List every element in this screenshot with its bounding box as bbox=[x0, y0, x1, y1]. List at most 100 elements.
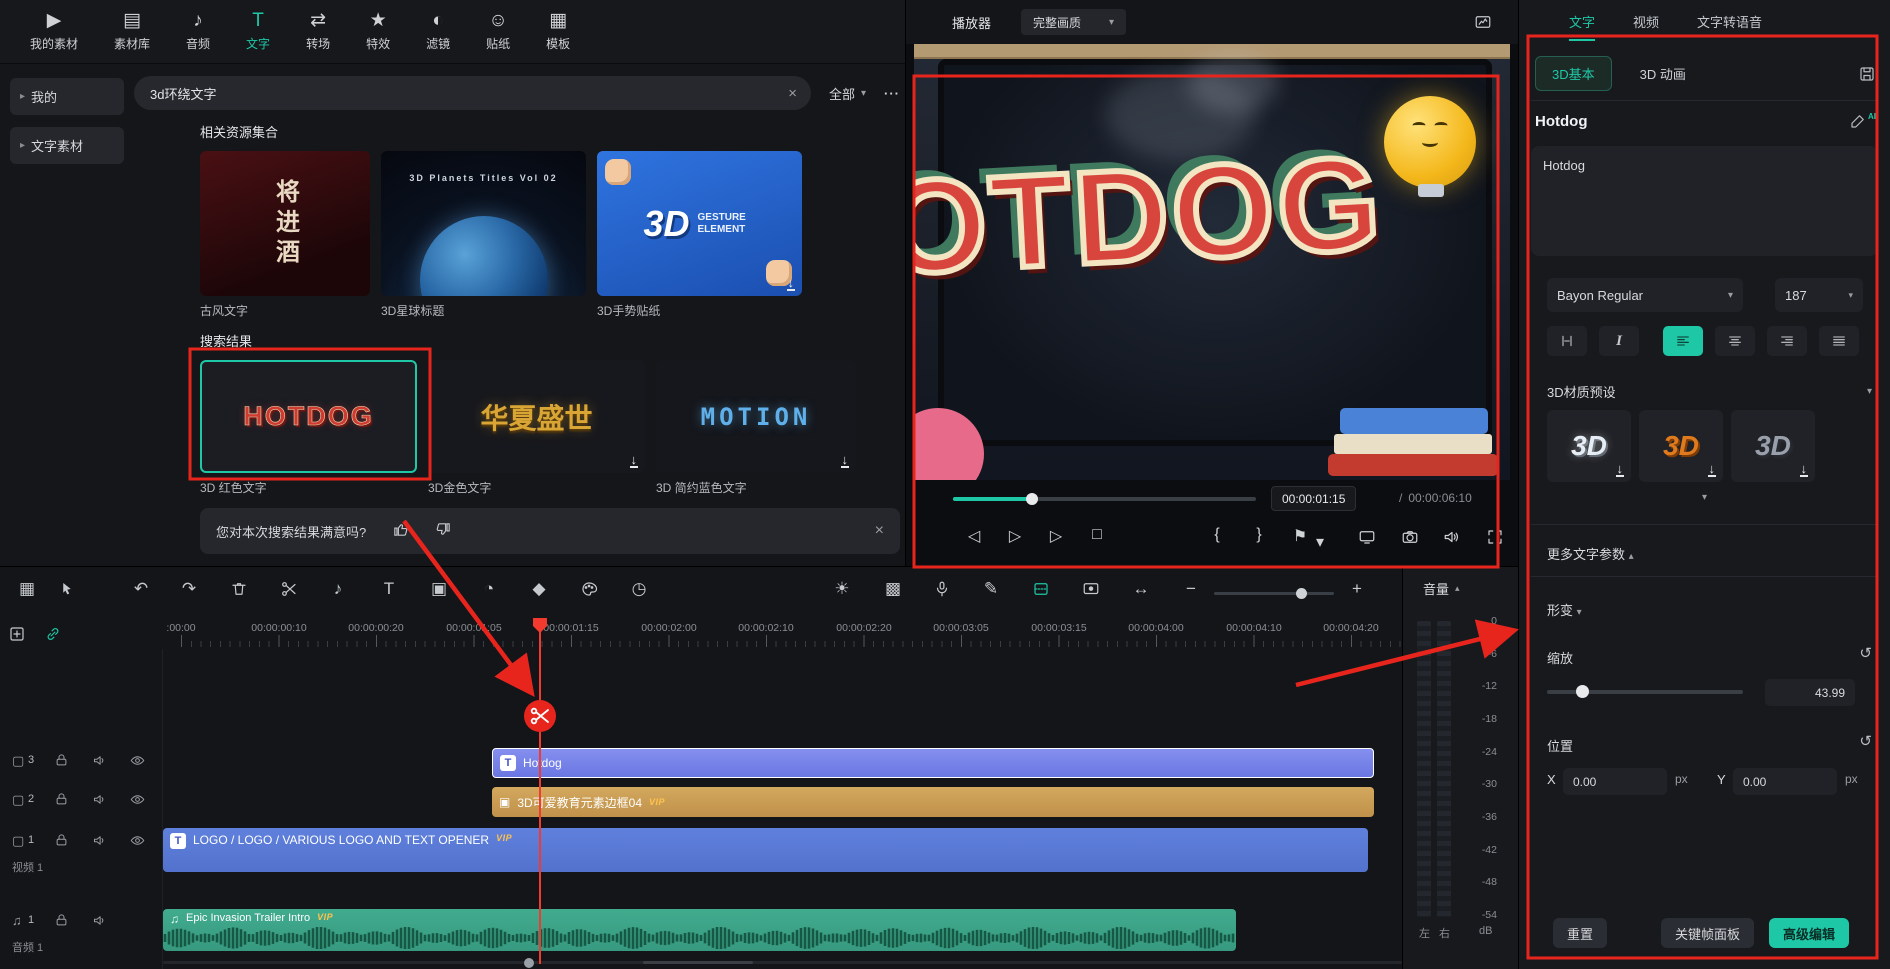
nav-transitions[interactable]: ⇄转场 bbox=[306, 11, 330, 52]
download-icon[interactable]: ↓ bbox=[1616, 462, 1625, 477]
play-icon[interactable]: ▷ bbox=[1045, 526, 1067, 546]
tab-text-to-speech[interactable]: 文字转语音 bbox=[1697, 12, 1762, 41]
align-center-button[interactable] bbox=[1715, 326, 1755, 356]
stop-icon[interactable]: □ bbox=[1086, 526, 1108, 544]
sidebar-item-text-assets[interactable]: ▸文字素材 bbox=[10, 127, 124, 164]
fullscreen-icon[interactable] bbox=[1484, 526, 1506, 546]
split-scissors-icon[interactable] bbox=[276, 579, 302, 598]
download-icon[interactable]: ↓ bbox=[1800, 462, 1809, 477]
asset-thumbnail[interactable]: 华夏盛世↓ bbox=[428, 360, 645, 473]
text-tool-icon[interactable]: T bbox=[376, 579, 402, 599]
render-preview-flag-icon[interactable]: ⚑ bbox=[1289, 526, 1311, 546]
add-track-icon[interactable] bbox=[8, 625, 32, 643]
mark-in-icon[interactable]: { bbox=[1206, 526, 1228, 544]
nav-my-media[interactable]: ▶我的素材 bbox=[30, 11, 78, 52]
asset-thumbnail[interactable]: 3D Planets Titles Vol 02 bbox=[381, 151, 586, 296]
redo-icon[interactable]: ↷ bbox=[176, 579, 202, 599]
clip-text-hotdog[interactable]: T Hotdog bbox=[492, 748, 1374, 778]
save-preset-icon[interactable] bbox=[1858, 65, 1876, 83]
download-icon[interactable]: ↓ bbox=[841, 453, 850, 468]
nav-stock-media[interactable]: ▤素材库 bbox=[114, 11, 150, 52]
lock-icon[interactable] bbox=[54, 792, 69, 807]
scrollbar-thumb[interactable] bbox=[643, 961, 753, 964]
color-palette-icon[interactable] bbox=[576, 579, 602, 598]
visibility-eye-icon[interactable] bbox=[130, 753, 145, 768]
clip-3d-frame-element[interactable]: ▣ 3D可爱教育元素边框04 VIP bbox=[492, 787, 1374, 817]
more-text-params-toggle[interactable]: 更多文字参数 ▴ bbox=[1547, 544, 1634, 563]
material-preset-header[interactable]: 3D材质预设▾ bbox=[1547, 382, 1872, 401]
download-icon[interactable]: ↓ bbox=[630, 453, 639, 468]
lock-icon[interactable] bbox=[54, 753, 69, 768]
keyframe-panel-button[interactable]: 关键帧面板 bbox=[1661, 918, 1754, 948]
mosaic-icon[interactable]: ▩ bbox=[880, 579, 906, 599]
asset-thumbnail[interactable]: 将进酒 bbox=[200, 151, 370, 296]
ai-edit-icon[interactable]: AI bbox=[1849, 112, 1876, 130]
thumbs-down-icon[interactable] bbox=[435, 521, 452, 541]
track-manager-icon[interactable]: ▦ bbox=[14, 579, 40, 599]
annotate-pen-icon[interactable]: ✎ bbox=[978, 579, 1004, 599]
y-value-input[interactable]: 0.00 bbox=[1733, 768, 1837, 795]
download-icon[interactable]: ↓ bbox=[1708, 462, 1717, 477]
nav-stickers[interactable]: ☺贴纸 bbox=[486, 11, 510, 52]
feedback-close-icon[interactable]: × bbox=[875, 522, 884, 540]
mute-icon[interactable] bbox=[92, 753, 107, 768]
timeline-ruler[interactable]: :00:00 00:00:00:10 00:00:00:20 00:00:01:… bbox=[163, 619, 1402, 649]
tab-video[interactable]: 视频 bbox=[1633, 12, 1659, 41]
font-family-dropdown[interactable]: Bayon Regular▾ bbox=[1547, 278, 1743, 312]
reset-button[interactable]: 重置 bbox=[1553, 918, 1607, 948]
screen-record-icon[interactable] bbox=[1078, 579, 1104, 598]
step-backward-icon[interactable]: ◁ bbox=[963, 526, 985, 546]
scale-value[interactable]: 43.99 bbox=[1765, 679, 1855, 706]
asset-thumbnail[interactable]: 3D GESTURE ELEMENT ↓ bbox=[597, 151, 802, 296]
mark-out-icon[interactable]: } bbox=[1248, 526, 1270, 544]
italic-button[interactable]: I bbox=[1599, 326, 1639, 356]
detach-audio-icon[interactable]: ♪ bbox=[325, 579, 351, 599]
letter-spacing-button[interactable] bbox=[1547, 326, 1587, 356]
zoom-in-icon[interactable]: + bbox=[1344, 579, 1370, 599]
search-input[interactable] bbox=[148, 85, 788, 102]
mute-icon[interactable] bbox=[92, 913, 107, 928]
advanced-edit-button[interactable]: 高级编辑 bbox=[1769, 918, 1849, 948]
scale-reset-icon[interactable]: ↺ bbox=[1859, 644, 1872, 662]
thumbs-up-icon[interactable] bbox=[392, 521, 409, 541]
mirror-display-icon[interactable] bbox=[1356, 526, 1378, 546]
link-clips-icon[interactable] bbox=[44, 625, 68, 643]
tab-text[interactable]: 文字 bbox=[1569, 12, 1595, 41]
chroma-key-icon[interactable] bbox=[1028, 579, 1054, 598]
timer-icon[interactable]: ◷ bbox=[626, 579, 652, 599]
volume-header[interactable]: 音量▴ bbox=[1423, 579, 1460, 598]
mute-icon[interactable] bbox=[92, 833, 107, 848]
speed-icon[interactable]: ◔ bbox=[476, 579, 502, 599]
preview-stage[interactable]: OTDOG OTDOG bbox=[914, 44, 1510, 480]
nav-filters[interactable]: ◐滤镜 bbox=[426, 11, 450, 52]
nav-text[interactable]: T文字 bbox=[246, 11, 270, 52]
seek-handle[interactable] bbox=[1026, 493, 1038, 505]
speaker-icon[interactable] bbox=[1441, 526, 1463, 546]
text-content-input[interactable]: Hotdog bbox=[1531, 146, 1878, 256]
fit-timeline-icon[interactable]: ↔ bbox=[1128, 579, 1154, 599]
subtab-3d-animation[interactable]: 3D 动画 bbox=[1640, 64, 1686, 83]
nav-effects[interactable]: ★特效 bbox=[366, 11, 390, 52]
snapshot-camera-icon[interactable] bbox=[1399, 526, 1421, 546]
clip-audio-trailer[interactable]: ♫ Epic Invasion Trailer Intro VIP bbox=[163, 909, 1236, 951]
align-right-button[interactable] bbox=[1767, 326, 1807, 356]
crop-icon[interactable]: ▣ bbox=[426, 579, 452, 599]
visibility-eye-icon[interactable] bbox=[130, 833, 145, 848]
chevron-down-icon[interactable]: ▾ bbox=[1309, 532, 1331, 552]
align-left-button[interactable] bbox=[1663, 326, 1703, 356]
zoom-slider[interactable] bbox=[1214, 592, 1334, 595]
scale-slider-handle[interactable] bbox=[1576, 685, 1589, 698]
download-icon[interactable]: ↓ bbox=[787, 276, 796, 291]
nav-audio[interactable]: ♪音频 bbox=[186, 11, 210, 52]
voiceover-mic-icon[interactable] bbox=[929, 579, 955, 598]
lock-icon[interactable] bbox=[54, 913, 69, 928]
position-reset-icon[interactable]: ↺ bbox=[1859, 732, 1872, 750]
search-clear-icon[interactable]: × bbox=[788, 85, 797, 102]
zoom-out-icon[interactable]: − bbox=[1178, 579, 1204, 599]
more-options-button[interactable]: ··· bbox=[884, 86, 900, 101]
delete-icon[interactable] bbox=[226, 579, 252, 598]
filter-dropdown[interactable]: 全部▾ bbox=[829, 84, 866, 103]
sidebar-item-mine[interactable]: ▸我的 bbox=[10, 78, 124, 115]
asset-thumbnail[interactable]: MOTION↓ bbox=[656, 360, 856, 473]
asset-thumbnail-selected[interactable]: HOTDOG bbox=[200, 360, 417, 473]
